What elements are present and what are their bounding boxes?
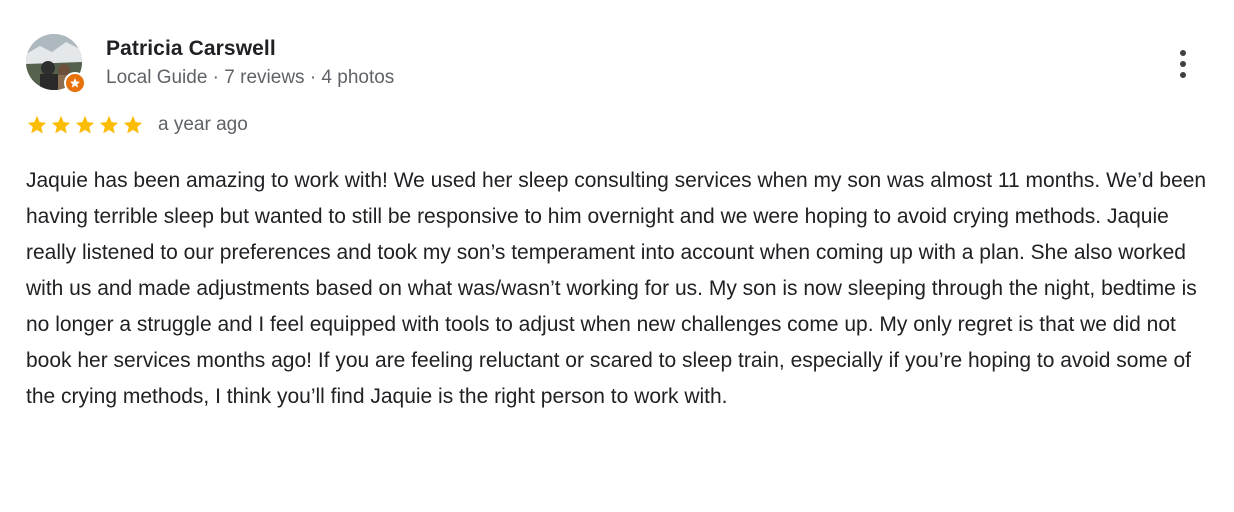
author-meta[interactable]: Local Guide · 7 reviews · 4 photos — [106, 67, 394, 89]
star-icon — [51, 115, 71, 134]
local-guide-badge — [64, 72, 86, 94]
author-avatar-container[interactable] — [26, 34, 86, 94]
author-name[interactable]: Patricia Carswell — [106, 37, 276, 61]
star-icon — [123, 115, 143, 134]
review-text: Jaquie has been amazing to work with! We… — [26, 169, 1207, 408]
local-guide-star-icon — [70, 78, 80, 88]
more-options-button[interactable] — [1168, 44, 1198, 84]
more-vertical-icon-dot — [1180, 72, 1186, 78]
star-icon — [27, 115, 47, 134]
star-icon — [75, 115, 95, 134]
rating-row: a year ago — [26, 114, 248, 136]
review-date: a year ago — [158, 114, 248, 135]
star-icon — [99, 115, 119, 134]
star-rating — [26, 114, 144, 136]
more-vertical-icon — [1180, 50, 1186, 56]
review-card: Patricia Carswell Local Guide · 7 review… — [0, 0, 1234, 512]
more-vertical-icon-dot — [1180, 61, 1186, 67]
